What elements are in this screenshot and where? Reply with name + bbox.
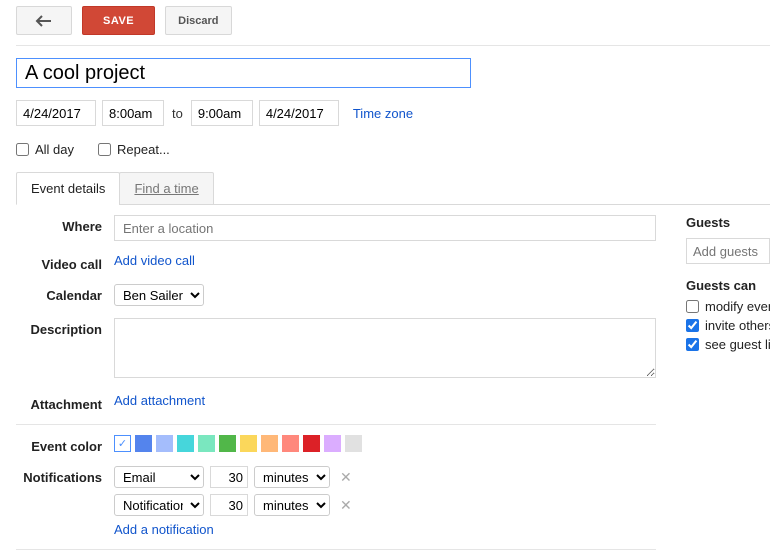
back-button[interactable] [16,6,72,35]
notification-type-select[interactable]: Notification [114,494,204,516]
save-button[interactable]: SAVE [82,6,155,35]
color-swatch[interactable] [282,435,299,452]
color-swatch[interactable] [219,435,236,452]
repeat-label: Repeat... [117,142,170,157]
color-swatch[interactable] [240,435,257,452]
add-guests-input[interactable] [686,238,770,264]
description-textarea[interactable] [114,318,656,378]
timezone-link[interactable]: Time zone [353,106,413,121]
color-swatch[interactable] [261,435,278,452]
color-swatch-selected[interactable]: ✓ [114,435,131,452]
repeat-checkbox-wrap[interactable]: Repeat... [98,142,170,157]
repeat-checkbox[interactable] [98,143,111,156]
invite-others-label: invite others [705,318,770,333]
end-date-input[interactable] [259,100,339,126]
see-guest-list-label: see guest list [705,337,770,352]
arrow-left-icon [35,15,53,27]
attachment-label: Attachment [16,393,114,412]
add-video-link[interactable]: Add video call [114,253,195,268]
add-notification-link[interactable]: Add a notification [114,522,656,537]
add-attachment-link[interactable]: Add attachment [114,393,205,408]
notification-type-select[interactable]: Email [114,466,204,488]
notification-value-input[interactable] [210,494,248,516]
start-date-input[interactable] [16,100,96,126]
invite-others-checkbox[interactable] [686,319,699,332]
modify-event-checkbox[interactable] [686,300,699,313]
color-swatch[interactable] [324,435,341,452]
description-label: Description [16,318,114,337]
notification-row: Notification minutes ✕ [114,494,656,516]
notification-value-input[interactable] [210,466,248,488]
event-title-input[interactable] [16,58,471,88]
start-time-input[interactable] [102,100,164,126]
notification-row: Email minutes ✕ [114,466,656,488]
where-label: Where [16,215,114,234]
all-day-label: All day [35,142,74,157]
notifications-label: Notifications [16,466,114,485]
discard-button[interactable]: Discard [165,6,231,35]
color-swatch[interactable] [345,435,362,452]
guests-heading: Guests [686,215,770,230]
divider [16,549,656,550]
all-day-checkbox-wrap[interactable]: All day [16,142,74,157]
notification-unit-select[interactable]: minutes [254,494,330,516]
all-day-checkbox[interactable] [16,143,29,156]
remove-notification-icon[interactable]: ✕ [336,497,356,514]
tab-find-time[interactable]: Find a time [119,172,213,205]
end-time-input[interactable] [191,100,253,126]
color-swatch[interactable] [135,435,152,452]
color-swatch[interactable] [177,435,194,452]
color-swatch[interactable] [198,435,215,452]
modify-event-label: modify event [705,299,770,314]
to-label: to [172,106,183,121]
divider [16,424,656,425]
see-guest-list-checkbox[interactable] [686,338,699,351]
guests-can-label: Guests can [686,278,770,293]
remove-notification-icon[interactable]: ✕ [336,469,356,486]
calendar-label: Calendar [16,284,114,303]
video-label: Video call [16,253,114,272]
tab-event-details[interactable]: Event details [16,172,120,205]
color-swatch[interactable] [156,435,173,452]
calendar-select[interactable]: Ben Sailer [114,284,204,306]
notification-unit-select[interactable]: minutes [254,466,330,488]
color-swatch[interactable] [303,435,320,452]
location-input[interactable] [114,215,656,241]
color-label: Event color [16,435,114,454]
